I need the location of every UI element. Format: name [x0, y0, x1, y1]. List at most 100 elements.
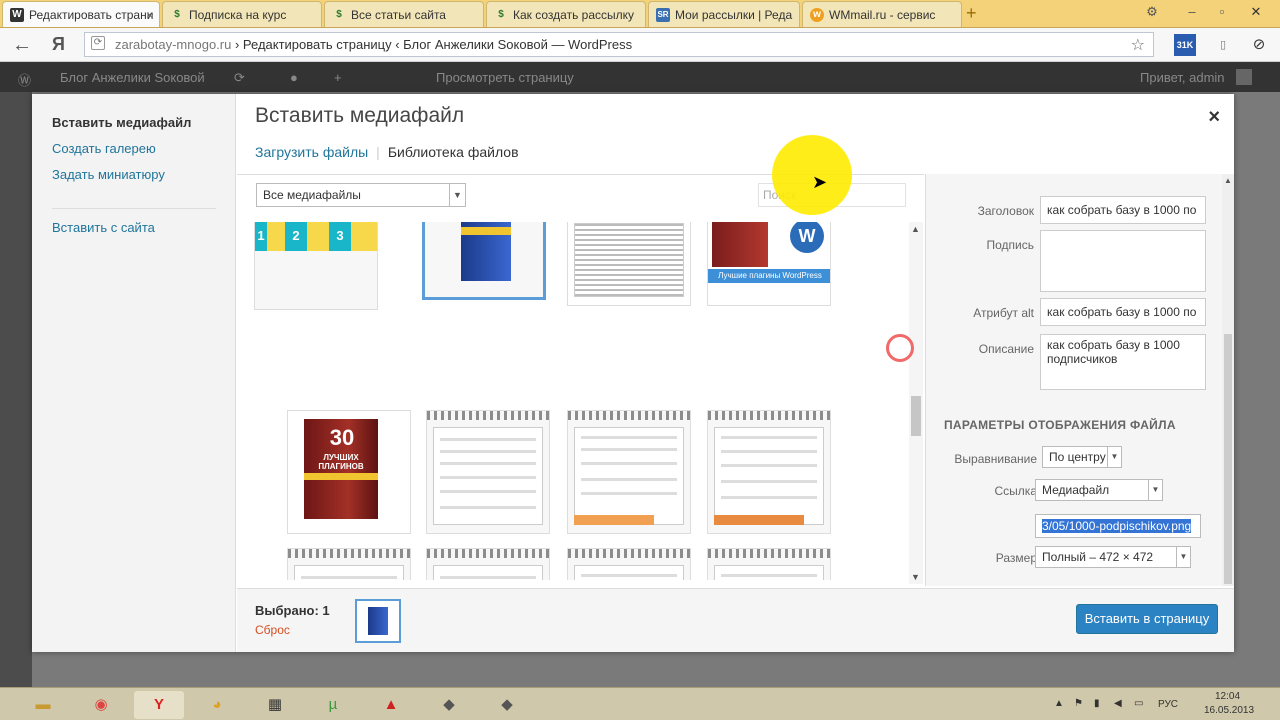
attachment-thumb[interactable]	[567, 410, 691, 534]
attachment-thumb[interactable]	[707, 410, 831, 534]
align-select[interactable]: По центру ▼	[1042, 446, 1122, 468]
dollar-icon: $	[498, 9, 504, 20]
tab-wmmail[interactable]: w WMmail.ru - сервис	[802, 1, 962, 27]
network-icon[interactable]: ▮	[1094, 698, 1100, 709]
attachment-thumb[interactable]: 1 2 3	[254, 222, 378, 310]
menu-icon[interactable]: ⊘	[1248, 34, 1270, 56]
caption-field[interactable]	[1040, 230, 1206, 292]
product-box-blue	[368, 607, 388, 635]
tab-label: Все статьи сайта	[351, 8, 446, 22]
language-indicator[interactable]: РУС	[1158, 699, 1178, 710]
scroll-thumb[interactable]	[1224, 334, 1232, 584]
link-select[interactable]: Медиафайл ▼	[1035, 479, 1163, 501]
sidebar-scrollbar[interactable]: ▲	[1222, 174, 1234, 586]
description-label: Описание	[978, 342, 1034, 356]
new-tab-icon[interactable]: +	[966, 3, 977, 24]
minimize-icon[interactable]: –	[1180, 2, 1204, 22]
tab-edit-page[interactable]: W Редактировать страни ×	[2, 1, 160, 27]
scroll-thumb[interactable]	[911, 396, 921, 436]
title-label: Заголовок	[977, 204, 1034, 218]
chevron-down-icon: ▼	[1148, 480, 1162, 500]
highlight-bar	[714, 515, 804, 525]
scroll-up-icon[interactable]: ▲	[911, 224, 920, 234]
browser-toolbar: ← Я ⟳ zarabotay-mnogo.ru › Редактировать…	[0, 28, 1280, 62]
back-arrow-icon[interactable]: ←	[12, 34, 32, 57]
caption-label: Подпись	[986, 238, 1035, 252]
folder-icon[interactable]: ▬	[18, 691, 68, 719]
bookmark-star-icon[interactable]: ☆	[1131, 35, 1145, 55]
refresh-icon: ⟳	[234, 70, 245, 85]
close-window-icon[interactable]: ✕	[1244, 2, 1268, 22]
tab-newsletter[interactable]: $ Как создать рассылку	[486, 1, 646, 27]
attachment-thumb[interactable]	[567, 222, 691, 306]
title-field[interactable]: как собрать базу в 1000 по	[1040, 196, 1206, 224]
app-icon[interactable]: ◆	[424, 691, 474, 719]
windows-taskbar: ▬ ◉ Y ◕ ▦ µ ▲ ◆ ◆ ▲ ⚑ ▮ ◀ ▭ РУС 12:04 16…	[0, 687, 1280, 720]
chrome-icon[interactable]: ◉	[76, 691, 126, 719]
attachment-thumb[interactable]	[287, 548, 411, 580]
alt-field[interactable]: как собрать базу в 1000 по	[1040, 298, 1206, 326]
size-select[interactable]: Полный – 472 × 472 ▼	[1035, 546, 1191, 568]
attachment-thumb[interactable]	[426, 410, 550, 534]
tab-label: Как создать рассылку	[513, 8, 635, 22]
step-box: 3	[329, 222, 351, 251]
media-filter-select[interactable]: Все медиафайлы ▼	[256, 183, 466, 207]
app-icon[interactable]: ◆	[482, 691, 532, 719]
sr-icon: SR	[656, 8, 670, 22]
flag-icon[interactable]: ⚑	[1074, 698, 1083, 709]
film-icon[interactable]: ▦	[250, 691, 300, 719]
utorrent-icon[interactable]: µ	[308, 691, 358, 719]
address-url: zarabotay-mnogo.ru › Редактировать стран…	[115, 37, 632, 52]
tab-my-mailings[interactable]: SR Мои рассылки | Реда	[648, 1, 800, 27]
display-settings-heading: ПАРАМЕТРЫ ОТОБРАЖЕНИЯ ФАЙЛА	[944, 418, 1176, 432]
media-router: Загрузить файлы | Библиотека файлов	[255, 144, 519, 160]
link-url-field[interactable]: 3/05/1000-podpischikov.png	[1035, 514, 1201, 538]
attachment-thumb[interactable]	[567, 548, 691, 580]
wordpress-icon: W	[10, 8, 24, 22]
maximize-icon[interactable]: ▫	[1210, 2, 1234, 22]
avatar	[1236, 69, 1252, 85]
yandex-icon[interactable]: Я	[52, 34, 65, 55]
paint-icon[interactable]: ◕	[192, 691, 242, 719]
attachment-thumb-selected[interactable]	[422, 222, 546, 300]
clock-time[interactable]: 12:04	[1215, 691, 1240, 702]
insert-into-page-button[interactable]: Вставить в страницу	[1076, 604, 1218, 634]
description-field[interactable]: как собрать базу в 1000 подписчиков	[1040, 334, 1206, 390]
address-bar[interactable]: ⟳ zarabotay-mnogo.ru › Редактировать стр…	[84, 32, 1154, 57]
link-url-value: 3/05/1000-podpischikov.png	[1042, 519, 1192, 533]
extension-badge[interactable]: 31K	[1174, 34, 1196, 56]
menu-create-gallery[interactable]: Создать галерею	[52, 141, 156, 156]
comment-icon: ●	[290, 70, 298, 85]
screenshot-preview	[433, 565, 543, 580]
banner-strip	[255, 222, 377, 251]
pdf-icon[interactable]: ▲	[366, 691, 416, 719]
yandex-browser-icon[interactable]: Y	[134, 691, 184, 719]
menu-insert-media[interactable]: Вставить медиафайл	[52, 115, 191, 130]
tray-arrow-icon[interactable]: ▲	[1054, 698, 1064, 709]
close-icon[interactable]: ×	[1208, 106, 1220, 129]
tab-subscribe[interactable]: $ Подписка на курс	[162, 1, 322, 27]
grid-scrollbar[interactable]: ▲ ▼	[909, 222, 923, 584]
close-tab-icon[interactable]: ×	[146, 2, 153, 27]
view-page-link: Просмотреть страницу	[436, 70, 574, 85]
selected-thumbnail[interactable]	[355, 599, 401, 643]
attachment-thumb[interactable]: 30 ЛУЧШИХ ПЛАГИНОВ	[287, 410, 411, 534]
tab-media-library[interactable]: Библиотека файлов	[388, 144, 519, 160]
menu-insert-from-url[interactable]: Вставить с сайта	[52, 220, 155, 235]
tab-all-articles[interactable]: $ Все статьи сайта	[324, 1, 484, 27]
menu-set-featured-image[interactable]: Задать миниатюру	[52, 167, 165, 182]
battery-icon[interactable]: ▭	[1134, 698, 1143, 709]
clock-date[interactable]: 16.05.2013	[1204, 705, 1254, 716]
settings-icon[interactable]: ⚙	[1140, 2, 1164, 22]
tab-upload-files[interactable]: Загрузить файлы	[255, 144, 368, 160]
scroll-up-icon[interactable]: ▲	[1224, 176, 1232, 185]
text-document-preview	[574, 223, 684, 297]
page-icon[interactable]: ▯	[1212, 34, 1234, 56]
reset-selection-link[interactable]: Сброс	[255, 623, 290, 637]
scroll-down-icon[interactable]: ▼	[911, 572, 920, 582]
attachment-thumb[interactable]: W Лучшие плагины WordPress	[707, 222, 831, 306]
volume-icon[interactable]: ◀	[1114, 698, 1122, 709]
spiral-binding	[708, 411, 830, 420]
attachment-thumb[interactable]	[426, 548, 550, 580]
attachment-thumb[interactable]	[707, 548, 831, 580]
